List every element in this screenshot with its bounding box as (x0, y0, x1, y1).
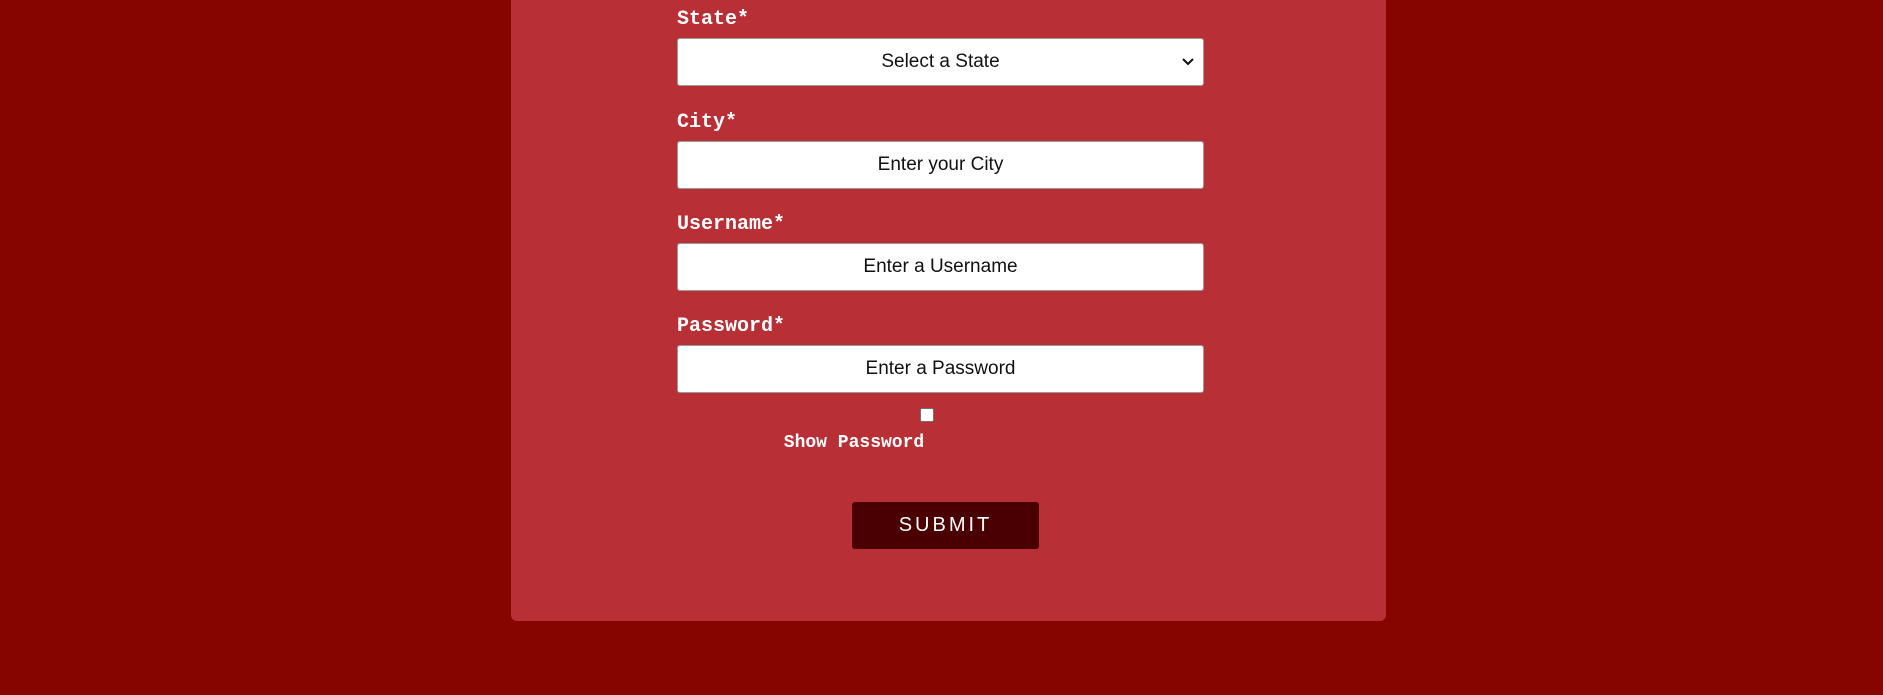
state-select-value: Select a State (881, 51, 1000, 72)
state-select[interactable]: Select a State (677, 38, 1204, 86)
state-label: State* (677, 8, 750, 31)
password-input-placeholder: Enter a Password (865, 358, 1016, 379)
show-password-label: Show Password (783, 433, 925, 453)
submit-button[interactable]: SUBMIT (852, 502, 1039, 549)
chevron-down-icon (1182, 39, 1194, 85)
show-password-label-row: Show Password (0, 434, 1883, 452)
city-label: City* (677, 111, 738, 134)
username-input[interactable]: Enter a Username (677, 243, 1204, 291)
password-input[interactable]: Enter a Password (677, 345, 1204, 393)
city-input-placeholder: Enter your City (877, 154, 1004, 175)
show-password-checkbox[interactable] (920, 408, 934, 422)
city-input[interactable]: Enter your City (677, 141, 1204, 189)
username-input-placeholder: Enter a Username (863, 256, 1018, 277)
username-label: Username* (677, 213, 786, 236)
password-label: Password* (677, 315, 786, 338)
